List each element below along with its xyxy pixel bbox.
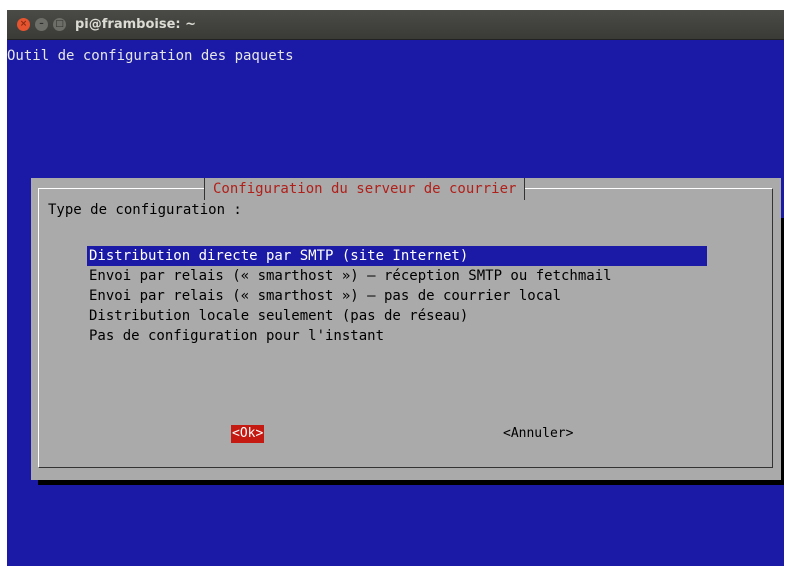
config-type-menu: Distribution directe par SMTP (site Inte… [87,246,707,346]
minimize-icon[interactable]: – [35,18,48,31]
terminal-area[interactable]: Outil de configuration des paquets Confi… [7,40,784,566]
dialog-title: Configuration du serveur de courrier [204,178,526,200]
menu-item-local-only[interactable]: Distribution locale seulement (pas de ré… [87,306,707,326]
menu-item-no-config[interactable]: Pas de configuration pour l'instant [87,326,707,346]
terminal-window: × – □ pi@framboise: ~ Outil de configura… [7,10,784,566]
dialog-prompt: Type de configuration : [48,202,242,218]
backtitle: Outil de configuration des paquets [7,48,294,64]
menu-item-direct-smtp[interactable]: Distribution directe par SMTP (site Inte… [87,246,707,266]
ok-button[interactable]: <Ok> [231,425,265,443]
close-icon[interactable]: × [17,18,30,31]
cancel-button[interactable]: <Annuler> [503,425,573,443]
mail-config-dialog: Configuration du serveur de courrier Typ… [31,178,781,480]
menu-item-smarthost-no-local[interactable]: Envoi par relais (« smarthost ») — pas d… [87,286,707,306]
window-title: pi@framboise: ~ [75,17,197,32]
maximize-icon[interactable]: □ [53,18,66,31]
window-titlebar[interactable]: × – □ pi@framboise: ~ [7,10,784,40]
menu-item-smarthost-smtp-fetchmail[interactable]: Envoi par relais (« smarthost ») — récep… [87,266,707,286]
